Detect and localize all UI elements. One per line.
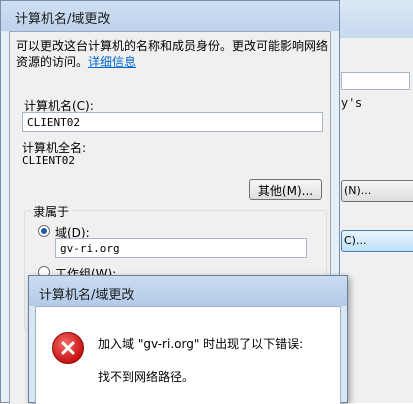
domain-input[interactable]: gv-ri.org <box>55 238 307 258</box>
error-icon <box>52 332 84 364</box>
background-text-field[interactable] <box>341 72 410 90</box>
background-partial-text: y's <box>341 96 364 110</box>
error-message: 加入域 "gv-ri.org" 时出现了以下错误: <box>98 337 304 351</box>
background-button-c[interactable]: C)... <box>341 230 413 252</box>
error-x-glyph <box>61 341 75 355</box>
error-detail: 找不到网络路径。 <box>98 370 195 384</box>
description-text: 可以更改这台计算机的名称和成员身份。更改可能影响网络资源的访问。 <box>16 39 329 69</box>
dialog-title: 计算机名/域更改 <box>15 12 111 27</box>
member-of-label: 隶属于 <box>30 203 73 220</box>
full-name-value: CLIENT02 <box>22 154 75 167</box>
error-dialog-title: 计算机名/域更改 <box>39 288 135 303</box>
details-link[interactable]: 详细信息 <box>88 55 136 69</box>
computer-name-input[interactable]: CLIENT02 <box>22 112 323 132</box>
domain-radio[interactable] <box>38 225 50 237</box>
background-button-n[interactable]: (N)... <box>341 180 413 202</box>
dialog-description: 可以更改这台计算机的名称和成员身份。更改可能影响网络资源的访问。详细信息 <box>16 38 328 70</box>
other-button[interactable]: 其他(M)... <box>249 179 322 200</box>
